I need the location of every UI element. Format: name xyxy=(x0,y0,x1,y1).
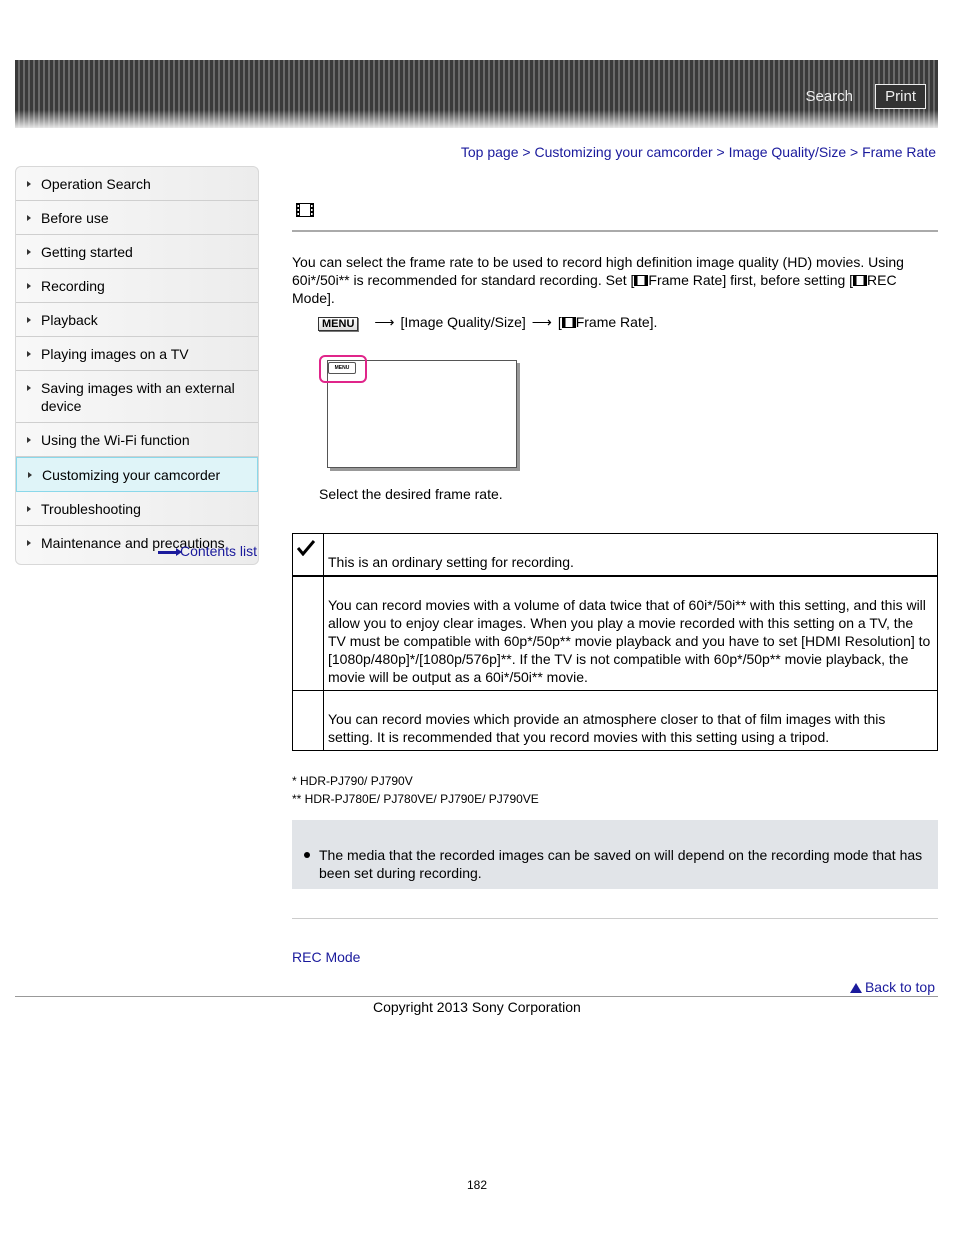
step-item-image-quality: [Image Quality/Size] xyxy=(400,314,526,330)
section-divider xyxy=(292,918,938,919)
sidebar-item-before-use[interactable]: Before use xyxy=(16,201,258,235)
table-row: You can record movies which provide an a… xyxy=(292,690,938,751)
triangle-right-icon xyxy=(27,385,31,391)
triangle-up-icon xyxy=(849,983,862,993)
footnotes: * HDR-PJ790/ PJ790V ** HDR-PJ780E/ PJ780… xyxy=(292,772,539,808)
checkmark-icon xyxy=(296,540,316,557)
triangle-right-icon xyxy=(28,472,32,478)
movie-film-icon xyxy=(561,317,576,328)
sidebar-nav: Operation Search Before use Getting star… xyxy=(15,166,259,565)
sidebar-item-playback[interactable]: Playback xyxy=(16,303,258,337)
menu-highlight-box xyxy=(319,355,367,383)
header-bar: Search Print xyxy=(15,60,938,128)
sidebar-item-label: Operation Search xyxy=(41,176,151,192)
back-to-top-link[interactable]: Back to top xyxy=(849,979,935,995)
copyright: Copyright 2013 Sony Corporation xyxy=(373,999,581,1015)
note-box: The media that the recorded images can b… xyxy=(292,820,938,889)
menu-button-icon: MENU xyxy=(318,317,359,331)
breadcrumb-customizing[interactable]: Customizing your camcorder xyxy=(534,144,712,160)
triangle-right-icon xyxy=(27,283,31,289)
sidebar-item-playing-on-tv[interactable]: Playing images on a TV xyxy=(16,337,258,371)
menu-step: MENU ⟶ [Image Quality/Size] ⟶[Frame Rate]. xyxy=(318,314,657,331)
option-description: This is an ordinary setting for recordin… xyxy=(323,533,938,577)
options-table: This is an ordinary setting for recordin… xyxy=(292,533,938,751)
sidebar-item-label: Getting started xyxy=(41,244,133,260)
breadcrumb-frame-rate[interactable]: Frame Rate xyxy=(862,144,936,160)
intro-paragraph: You can select the frame rate to be used… xyxy=(292,253,932,307)
title-divider xyxy=(292,230,938,232)
movie-film-icon xyxy=(634,275,649,286)
sidebar-item-label: Playing images on a TV xyxy=(41,346,189,362)
sidebar-item-label: Recording xyxy=(41,278,105,294)
footnote: * HDR-PJ790/ PJ790V xyxy=(292,774,413,788)
print-button[interactable]: Print xyxy=(875,84,926,109)
sidebar-item-operation-search[interactable]: Operation Search xyxy=(16,167,258,201)
table-row: You can record movies with a volume of d… xyxy=(292,575,938,691)
related-link-rec-mode[interactable]: REC Mode xyxy=(292,949,360,965)
select-instruction: Select the desired frame rate. xyxy=(319,486,503,502)
page-number: 182 xyxy=(466,1178,488,1192)
footer-divider xyxy=(15,996,938,997)
sidebar-item-label: Using the Wi-Fi function xyxy=(41,432,190,448)
intro-text: Frame Rate] first, before setting [ xyxy=(648,272,854,288)
sidebar-item-label: Troubleshooting xyxy=(41,501,141,517)
sidebar-item-recording[interactable]: Recording xyxy=(16,269,258,303)
search-link[interactable]: Search xyxy=(805,88,853,105)
sidebar-item-label: Saving images with an external device xyxy=(41,380,235,414)
sidebar-item-customizing[interactable]: Customizing your camcorder xyxy=(16,457,258,492)
option-icon-cell xyxy=(292,533,324,577)
step-text: Frame Rate]. xyxy=(575,314,658,330)
movie-film-icon xyxy=(853,275,868,286)
note-text: The media that the recorded images can b… xyxy=(319,847,923,881)
sidebar-item-getting-started[interactable]: Getting started xyxy=(16,235,258,269)
triangle-right-icon xyxy=(27,181,31,187)
option-icon-cell xyxy=(292,690,324,751)
sidebar-item-label: Customizing your camcorder xyxy=(42,467,221,483)
contents-list-label: Contents list xyxy=(180,543,258,559)
breadcrumb-separator: > xyxy=(522,144,531,160)
breadcrumb-separator: > xyxy=(716,144,725,160)
arrow-right-icon: ⟶ xyxy=(374,314,395,330)
triangle-right-icon xyxy=(27,317,31,323)
footnote: ** HDR-PJ780E/ PJ780VE/ PJ790E/ PJ790VE xyxy=(292,792,539,806)
triangle-right-icon xyxy=(27,351,31,357)
breadcrumb-separator: > xyxy=(850,144,859,160)
back-to-top-label: Back to top xyxy=(864,979,935,995)
breadcrumb-top-page[interactable]: Top page xyxy=(461,144,519,160)
bullet-icon xyxy=(304,852,310,858)
option-description: You can record movies with a volume of d… xyxy=(323,575,938,691)
breadcrumb: Top page > Customizing your camcorder > … xyxy=(461,144,936,160)
movie-film-icon xyxy=(296,203,314,217)
option-icon-cell xyxy=(292,575,324,691)
triangle-right-icon xyxy=(27,215,31,221)
sidebar-item-label: Playback xyxy=(41,312,98,328)
arrow-right-icon xyxy=(158,547,182,556)
contents-list-link[interactable]: Contents list xyxy=(158,543,257,559)
option-description: You can record movies which provide an a… xyxy=(323,690,938,751)
sidebar-item-saving-external[interactable]: Saving images with an external device xyxy=(16,371,258,423)
arrow-right-icon: ⟶ xyxy=(531,314,552,330)
sidebar-item-wifi[interactable]: Using the Wi-Fi function xyxy=(16,423,258,457)
breadcrumb-image-quality[interactable]: Image Quality/Size xyxy=(729,144,847,160)
triangle-right-icon xyxy=(27,540,31,546)
sidebar-item-troubleshooting[interactable]: Troubleshooting xyxy=(16,492,258,526)
triangle-right-icon xyxy=(27,506,31,512)
triangle-right-icon xyxy=(27,437,31,443)
table-row: This is an ordinary setting for recordin… xyxy=(292,533,938,577)
triangle-right-icon xyxy=(27,249,31,255)
sidebar-item-label: Before use xyxy=(41,210,109,226)
